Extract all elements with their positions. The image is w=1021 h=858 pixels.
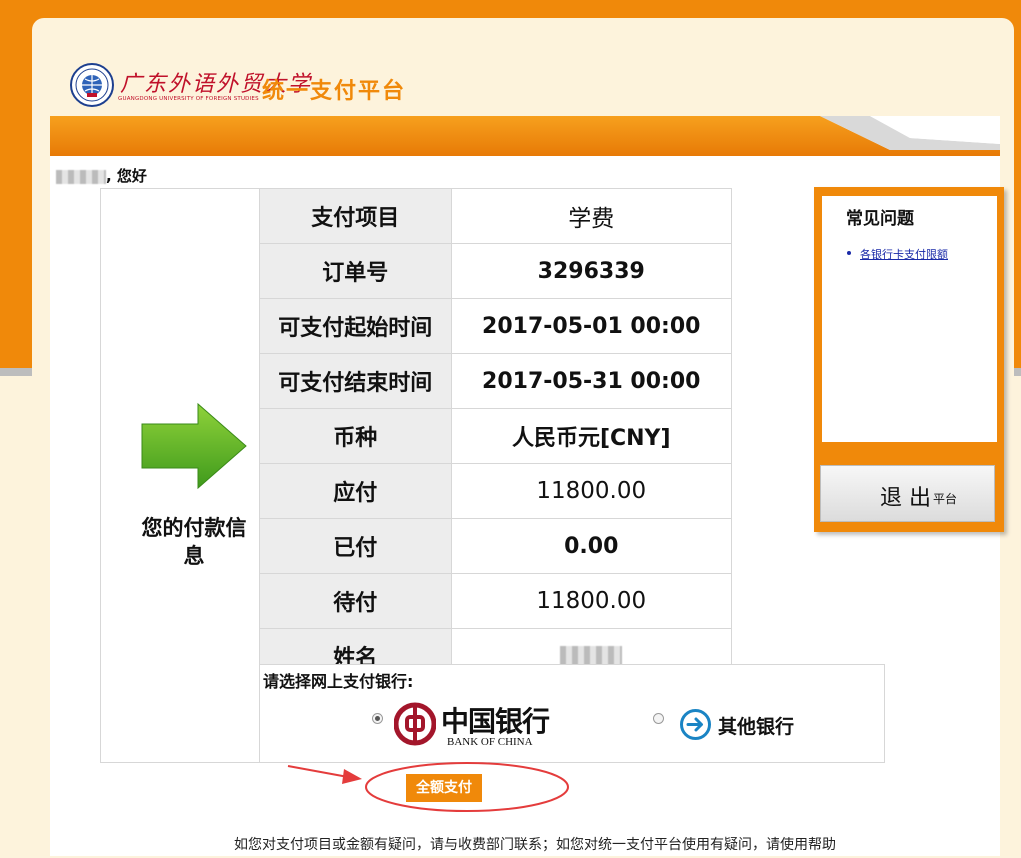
row-key: 已付: [259, 518, 452, 574]
table-row: 已付 0.00: [259, 518, 732, 574]
greeting-text: , 您好: [106, 167, 147, 185]
row-value: 2017-05-31 00:00: [450, 353, 732, 409]
table-row: 待付 11800.00: [259, 573, 732, 629]
other-bank-label[interactable]: 其他银行: [718, 712, 794, 739]
row-key: 支付项目: [259, 188, 452, 244]
table-row: 可支付起始时间 2017-05-01 00:00: [259, 298, 732, 354]
row-value: 11800.00: [450, 573, 732, 629]
row-value: 学费: [450, 188, 732, 244]
logout-label[interactable]: 退 出: [880, 480, 931, 512]
user-name-redacted: [56, 169, 106, 184]
bullet-icon: [847, 251, 851, 255]
payment-info-label: 您的付款信息: [141, 516, 247, 568]
header-band: [50, 116, 1000, 156]
bank-select-prompt: 请选择网上支付银行:: [263, 672, 414, 691]
row-key: 订单号: [259, 243, 452, 299]
row-value: 人民币元[CNY]: [450, 408, 732, 464]
table-row: 订单号 3296339: [259, 243, 732, 299]
footer-help-text: 如您对支付项目或金额有疑问，请与收费部门联系；如您对统一支付平台使用有疑问，请使…: [234, 837, 836, 853]
table-row: 可支付结束时间 2017-05-31 00:00: [259, 353, 732, 409]
faq-link-bank-card-limits[interactable]: 各银行卡支付限额: [860, 246, 948, 262]
row-key: 待付: [259, 573, 452, 629]
table-row: 支付项目 学费: [259, 188, 732, 244]
row-value: 11800.00: [450, 463, 732, 519]
logout-sublabel[interactable]: 平台: [933, 490, 957, 507]
radio-bank-of-china[interactable]: [372, 713, 383, 724]
platform-title: 统一支付平台: [262, 79, 407, 104]
faq-content: [822, 196, 997, 442]
row-key: 币种: [259, 408, 452, 464]
bank-of-china-label[interactable]: 中国银行: [441, 700, 550, 740]
row-key: 可支付起始时间: [259, 298, 452, 354]
table-row: 币种 人民币元[CNY]: [259, 408, 732, 464]
circle-arrow-right-icon[interactable]: [680, 709, 711, 740]
full-payment-button[interactable]: 全额支付: [406, 774, 482, 802]
row-key: 应付: [259, 463, 452, 519]
row-value: 3296339: [450, 243, 732, 299]
greeting: , 您好: [56, 165, 147, 186]
bank-of-china-logo-icon[interactable]: [394, 701, 436, 747]
row-key: 可支付结束时间: [259, 353, 452, 409]
university-logo-icon: [70, 63, 114, 107]
university-name-en: GUANGDONG UNIVERSITY OF FOREIGN STUDIES: [118, 96, 259, 102]
row-value: 0.00: [450, 518, 732, 574]
radio-other-bank[interactable]: [653, 713, 664, 724]
payment-info-table: 支付项目 学费 订单号 3296339 可支付起始时间 2017-05-01 00:0…: [259, 188, 732, 684]
table-row: 应付 11800.00: [259, 463, 732, 519]
row-value: 2017-05-01 00:00: [450, 298, 732, 354]
faq-title: 常见问题: [846, 209, 914, 229]
bank-of-china-label-en: BANK OF CHINA: [447, 736, 533, 748]
arrow-right-icon: [141, 402, 247, 490]
